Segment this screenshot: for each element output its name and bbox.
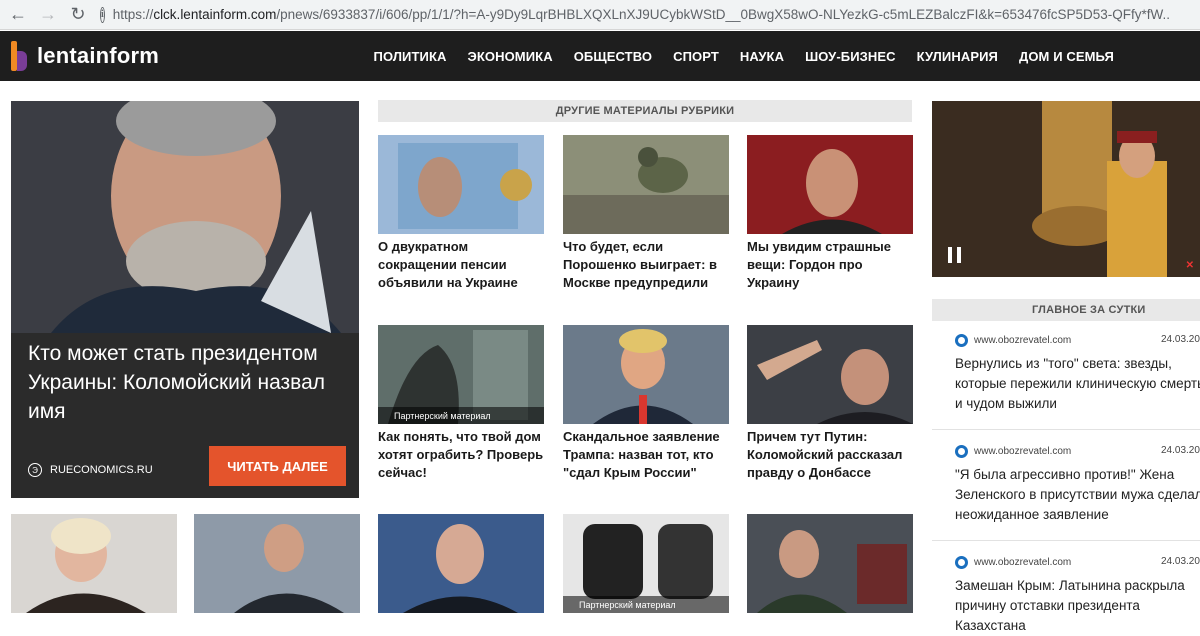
sidebar-heading: ГЛАВНОЕ ЗА СУТКИ: [932, 299, 1200, 321]
logo-mark-icon: [11, 41, 29, 71]
nav-item-kulinariya[interactable]: КУЛИНАРИЯ: [906, 49, 1008, 64]
rubric-heading: ДРУГИЕ МАТЕРИАЛЫ РУБРИКИ: [378, 100, 912, 122]
site-header: lentainform ПОЛИТИКА ЭКОНОМИКА ОБЩЕСТВО …: [0, 31, 1200, 81]
card-image[interactable]: [563, 325, 729, 424]
card-image[interactable]: [378, 135, 544, 234]
rubric-card[interactable]: Что будет, если Порошенко выиграет: в Мо…: [563, 135, 729, 292]
card-caption[interactable]: Скандальное заявление Трампа: назван тот…: [563, 428, 729, 482]
top-navigation: ПОЛИТИКА ЭКОНОМИКА ОБЩЕСТВО СПОРТ НАУКА …: [363, 31, 1124, 81]
nav-item-obshchestvo[interactable]: ОБЩЕСТВО: [563, 49, 662, 64]
hero-title[interactable]: Кто может стать президентом Украины: Кол…: [28, 339, 348, 426]
source-logo-icon: Э: [28, 463, 42, 477]
url-prefix: https://: [112, 7, 154, 22]
back-icon[interactable]: ←: [6, 3, 30, 27]
read-more-button[interactable]: ЧИТАТЬ ДАЛЕЕ: [209, 446, 346, 486]
rubric-card[interactable]: Партнерский материал Как понять, что тво…: [378, 325, 544, 482]
sidebar-news-item[interactable]: www.obozrevatel.com 24.03.2019 "Я была а…: [932, 445, 1200, 541]
hero-source-label: RUECONOMICS.RU: [50, 464, 153, 476]
bottom-tile-image[interactable]: [747, 514, 913, 613]
nav-item-ekonomika[interactable]: ЭКОНОМИКА: [457, 49, 563, 64]
source-favicon-icon: [955, 445, 968, 458]
address-bar[interactable]: i https://clck.lentainform.com/pnews/693…: [100, 3, 1170, 27]
card-caption[interactable]: Причем тут Путин: Коломойский рассказал …: [747, 428, 913, 482]
news-date: 24.03.2019: [1161, 445, 1200, 456]
pause-icon[interactable]: [948, 247, 962, 263]
nav-item-sport[interactable]: СПОРТ: [663, 49, 730, 64]
sidebar-news-item[interactable]: www.obozrevatel.com 24.03.2019 Замешан К…: [932, 556, 1200, 633]
news-date: 24.03.2019: [1161, 556, 1200, 567]
nav-item-nauka[interactable]: НАУКА: [729, 49, 794, 64]
card-caption[interactable]: О двукратном сокращении пенсии объявили …: [378, 238, 544, 292]
source-favicon-icon: [955, 556, 968, 569]
news-headline[interactable]: "Я была агрессивно против!" Жена Зеленск…: [955, 465, 1200, 525]
card-image[interactable]: [747, 325, 913, 424]
news-headline[interactable]: Замешан Крым: Латынина раскрыла причину …: [955, 576, 1200, 636]
bottom-tile-image[interactable]: [194, 514, 360, 613]
info-icon[interactable]: i: [100, 6, 105, 23]
card-image[interactable]: Партнерский материал: [378, 325, 544, 424]
news-source: www.obozrevatel.com: [955, 556, 1071, 569]
bottom-tile-image[interactable]: [378, 514, 544, 613]
browser-toolbar: ← → ↻ i https://clck.lentainform.com/pne…: [0, 0, 1200, 30]
logo-text: lentainform: [37, 43, 159, 68]
rubric-card[interactable]: О двукратном сокращении пенсии объявили …: [378, 135, 544, 292]
source-favicon-icon: [955, 334, 968, 347]
card-image[interactable]: [747, 135, 913, 234]
bottom-tile-image[interactable]: Партнерский материал: [563, 514, 729, 613]
sidebar-news-item[interactable]: www.obozrevatel.com 24.03.2019 Вернулись…: [932, 334, 1200, 430]
nav-item-shou-biznes[interactable]: ШОУ-БИЗНЕС: [795, 49, 907, 64]
partner-badge: Партнерский материал: [563, 596, 729, 613]
video-player[interactable]: ✕: [932, 101, 1200, 277]
nav-item-dom-i-semya[interactable]: ДОМ И СЕМЬЯ: [1008, 49, 1124, 64]
close-ad-icon[interactable]: ✕: [1186, 260, 1194, 271]
card-caption[interactable]: Как понять, что твой дом хотят ограбить?…: [378, 428, 544, 482]
reload-icon[interactable]: ↻: [66, 3, 90, 27]
card-caption[interactable]: Мы увидим страшные вещи: Гордон про Укра…: [747, 238, 913, 292]
news-date: 24.03.2019: [1161, 334, 1200, 345]
hero-image[interactable]: [11, 101, 359, 333]
hero-card[interactable]: Кто может стать президентом Украины: Кол…: [11, 101, 359, 498]
nav-item-politika[interactable]: ПОЛИТИКА: [363, 49, 457, 64]
forward-icon[interactable]: →: [36, 3, 60, 27]
partner-badge: Партнерский материал: [378, 407, 544, 424]
card-image[interactable]: [563, 135, 729, 234]
site-logo[interactable]: lentainform: [11, 41, 159, 71]
hero-source: Э RUECONOMICS.RU: [28, 463, 153, 477]
url-path: /pnews/6933837/i/606/pp/1/1/?h=A-y9Dy9Lq…: [276, 7, 1170, 22]
rubric-card[interactable]: Причем тут Путин: Коломойский рассказал …: [747, 325, 913, 482]
news-source: www.obozrevatel.com: [955, 334, 1071, 347]
news-source: www.obozrevatel.com: [955, 445, 1071, 458]
rubric-card[interactable]: Мы увидим страшные вещи: Гордон про Укра…: [747, 135, 913, 292]
card-caption[interactable]: Что будет, если Порошенко выиграет: в Мо…: [563, 238, 729, 292]
news-headline[interactable]: Вернулись из "того" света: звезды, котор…: [955, 354, 1200, 414]
rubric-card[interactable]: Скандальное заявление Трампа: назван тот…: [563, 325, 729, 482]
url-host: clck.lentainform.com: [153, 7, 277, 22]
bottom-tile-image[interactable]: [11, 514, 177, 613]
